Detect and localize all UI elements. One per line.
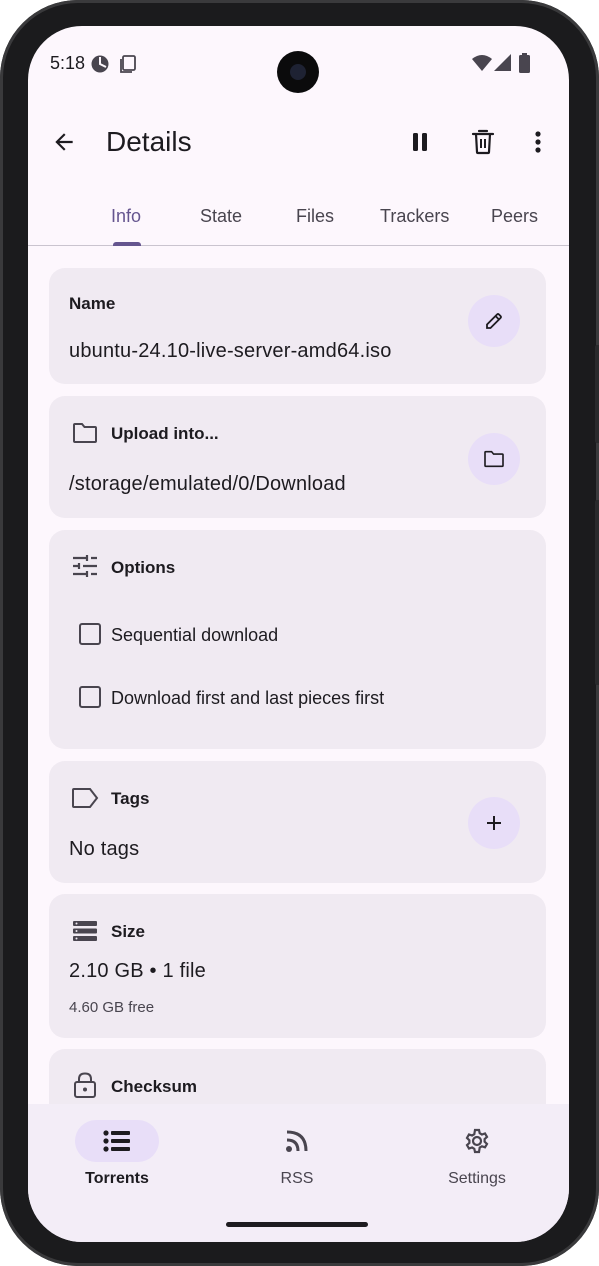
tab-indicator <box>113 242 141 246</box>
power-button <box>595 500 599 685</box>
folder-open-icon <box>484 450 504 468</box>
tab-trackers[interactable]: Trackers <box>380 206 449 227</box>
signal-icon <box>494 54 512 77</box>
first-last-pieces-label[interactable]: Download first and last pieces first <box>111 688 384 709</box>
first-last-pieces-checkbox[interactable] <box>79 686 101 708</box>
tab-state[interactable]: State <box>200 206 242 227</box>
gear-icon <box>465 1128 489 1154</box>
data-saver-icon <box>90 54 110 79</box>
location-label: Upload into... <box>111 424 219 443</box>
nav-rss-label: RSS <box>280 1170 314 1187</box>
free-space-value: 4.60 GB free <box>69 999 155 1016</box>
screenshot-icon <box>118 54 138 79</box>
size-value: 2.10 GB • 1 file <box>69 960 206 982</box>
name-card: Name ubuntu-24.10-live-server-amd64.iso <box>49 268 546 384</box>
tab-info[interactable]: Info <box>111 206 141 227</box>
edit-name-button[interactable] <box>468 295 520 347</box>
location-value: /storage/emulated/0/Download <box>69 473 346 495</box>
nav-settings-pill <box>435 1120 519 1162</box>
nav-torrents-label: Torrents <box>85 1170 149 1187</box>
sequential-download-label[interactable]: Sequential download <box>111 625 278 646</box>
more-vert-icon <box>535 131 541 153</box>
pause-icon <box>413 133 427 151</box>
front-camera <box>277 51 319 93</box>
tab-files[interactable]: Files <box>296 206 334 227</box>
volume-button <box>595 345 599 443</box>
nav-settings-label: Settings <box>448 1170 506 1187</box>
status-time: 5:18 <box>50 53 86 73</box>
size-card: Size 2.10 GB • 1 file 4.60 GB free <box>49 894 546 1038</box>
battery-icon <box>519 53 530 78</box>
tags-value: No tags <box>69 838 140 860</box>
location-card: Upload into... /storage/emulated/0/Downl… <box>49 396 546 518</box>
phone-frame: 5:18 Details Info State Files Trackers P… <box>0 0 599 1266</box>
nav-settings[interactable]: Settings <box>417 1120 537 1200</box>
name-label: Name <box>69 294 116 313</box>
rss-icon <box>286 1130 308 1152</box>
add-tag-button[interactable] <box>468 797 520 849</box>
size-label: Size <box>111 922 146 941</box>
choose-folder-button[interactable] <box>468 433 520 485</box>
tags-label: Tags <box>111 789 150 808</box>
checksum-label: Checksum <box>111 1077 197 1096</box>
delete-button[interactable] <box>459 118 507 166</box>
name-value: ubuntu-24.10-live-server-amd64.iso <box>69 340 392 362</box>
trash-icon <box>471 129 495 155</box>
lock-icon <box>71 1071 99 1099</box>
nav-torrents-pill <box>75 1120 159 1162</box>
options-label: Options <box>111 558 176 577</box>
screen: 5:18 Details Info State Files Trackers P… <box>28 26 569 1242</box>
back-button[interactable] <box>40 118 88 166</box>
home-indicator[interactable] <box>226 1222 368 1227</box>
tab-peers[interactable]: Peers <box>491 206 538 227</box>
more-options-button[interactable] <box>514 118 562 166</box>
nav-rss-pill <box>255 1120 339 1162</box>
status-bar: 5:18 <box>28 26 569 106</box>
page-title: Details <box>106 126 192 157</box>
add-icon <box>487 816 501 830</box>
nav-rss[interactable]: RSS <box>237 1120 357 1200</box>
arrow-back-icon <box>55 133 73 151</box>
nav-torrents[interactable]: Torrents <box>57 1120 177 1200</box>
tab-bar: Info State Files Trackers Peers <box>28 194 569 246</box>
tags-card: Tags No tags <box>49 761 546 883</box>
pause-button[interactable] <box>396 118 444 166</box>
folder-icon <box>71 419 99 447</box>
sequential-download-checkbox[interactable] <box>79 623 101 645</box>
edit-icon <box>486 313 502 329</box>
wifi-icon <box>472 54 492 77</box>
storage-icon <box>71 917 99 945</box>
options-card: Options Sequential download Download fir… <box>49 530 546 749</box>
label-icon <box>71 784 99 812</box>
tune-icon <box>71 552 99 580</box>
list-icon <box>103 1130 130 1152</box>
